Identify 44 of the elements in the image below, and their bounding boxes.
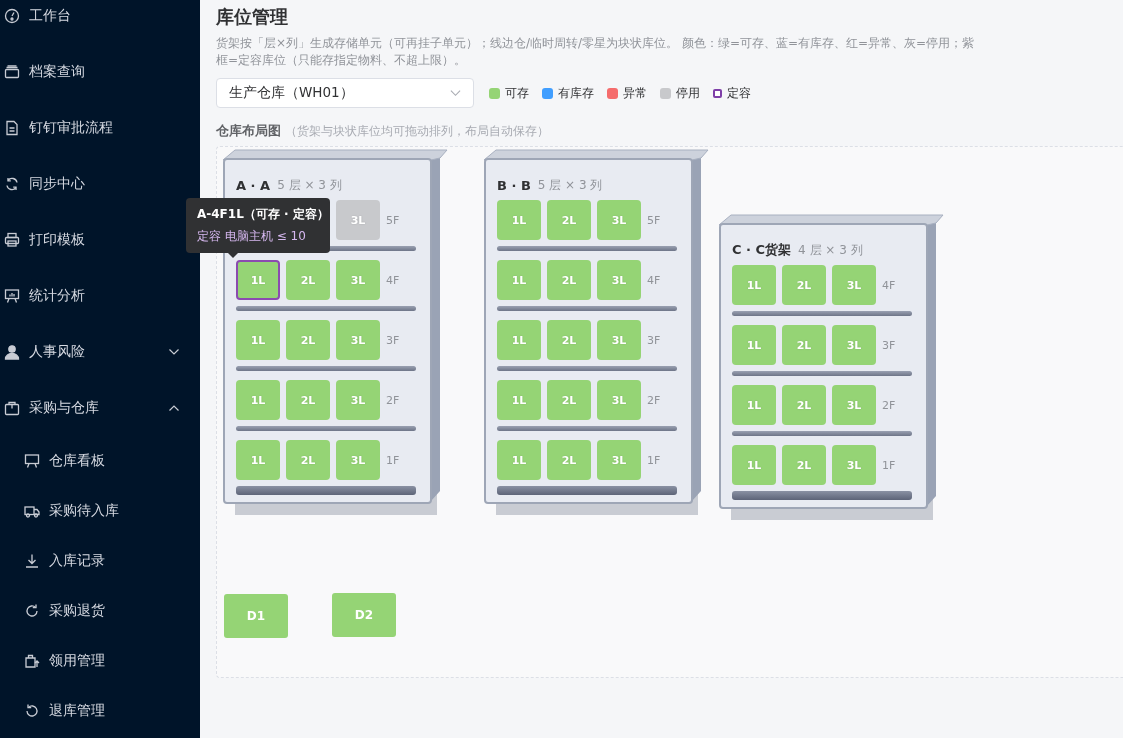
- floor-label: 1F: [386, 453, 400, 467]
- floor-label: 4F: [386, 273, 400, 287]
- menu-label: 打印模板: [29, 231, 85, 249]
- floor-label: 5F: [386, 213, 400, 227]
- submenu-label: 领用管理: [49, 652, 105, 670]
- floor-label: 1F: [647, 453, 661, 467]
- menu-label: 档案查询: [29, 63, 85, 81]
- submenu-label: 采购退货: [49, 602, 105, 620]
- floor-label: 5F: [647, 213, 661, 227]
- tooltip-detail: 定容 电脑主机 ≤ 10: [197, 228, 307, 245]
- page-description: 货架按「层×列」生成存储单元（可再挂子单元）；线边仓/临时周转/零星为块状库位。 颜色：绿=可存、蓝=有库存、红=异常、灰=停用；紫框=定容库位（只能存指定物料、不超上限）。: [216, 35, 976, 69]
- legend-label: 定容: [727, 84, 751, 102]
- section-title: 仓库布局图: [216, 122, 281, 140]
- floor-label: 2F: [882, 398, 896, 412]
- menu-label: 人事风险: [29, 343, 85, 361]
- menu-label: 钉钉审批流程: [29, 119, 113, 137]
- legend-label: 有库存: [558, 84, 594, 102]
- legend-label: 停用: [676, 84, 700, 102]
- floor-label: 2F: [386, 393, 400, 407]
- page-title: 库位管理: [216, 5, 289, 29]
- floor-label: 4F: [647, 273, 661, 287]
- menu-label: 工作台: [29, 7, 71, 25]
- menu-label: 采购与仓库: [29, 399, 99, 417]
- floor-label: 2F: [647, 393, 661, 407]
- rack-name: C · C货架: [732, 241, 792, 259]
- menu-label: 同步中心: [29, 175, 85, 193]
- menu-label: 统计分析: [29, 287, 85, 305]
- legend-label: 异常: [623, 84, 647, 102]
- submenu-label: 仓库看板: [49, 452, 105, 470]
- floor-label: 1F: [882, 458, 896, 472]
- rack-size: 4 层 × 3 列: [798, 241, 863, 259]
- rack-name: A · A: [236, 177, 271, 193]
- floor-label: 3F: [647, 333, 661, 347]
- legend-label: 可存: [505, 84, 529, 102]
- submenu-label: 采购待入库: [49, 502, 119, 520]
- rack-size: 5 层 × 3 列: [277, 176, 342, 194]
- floor-label: 3F: [882, 338, 896, 352]
- section-hint: （货架与块状库位均可拖动排列，布局自动保存）: [285, 124, 549, 139]
- rack-name: B · B: [497, 177, 531, 193]
- floor-label: 4F: [882, 278, 896, 292]
- rack-size: 5 层 × 3 列: [537, 176, 603, 194]
- submenu-label: 入库记录: [49, 552, 105, 570]
- submenu-label: 退库管理: [49, 702, 105, 720]
- floor-label: 3F: [386, 333, 400, 347]
